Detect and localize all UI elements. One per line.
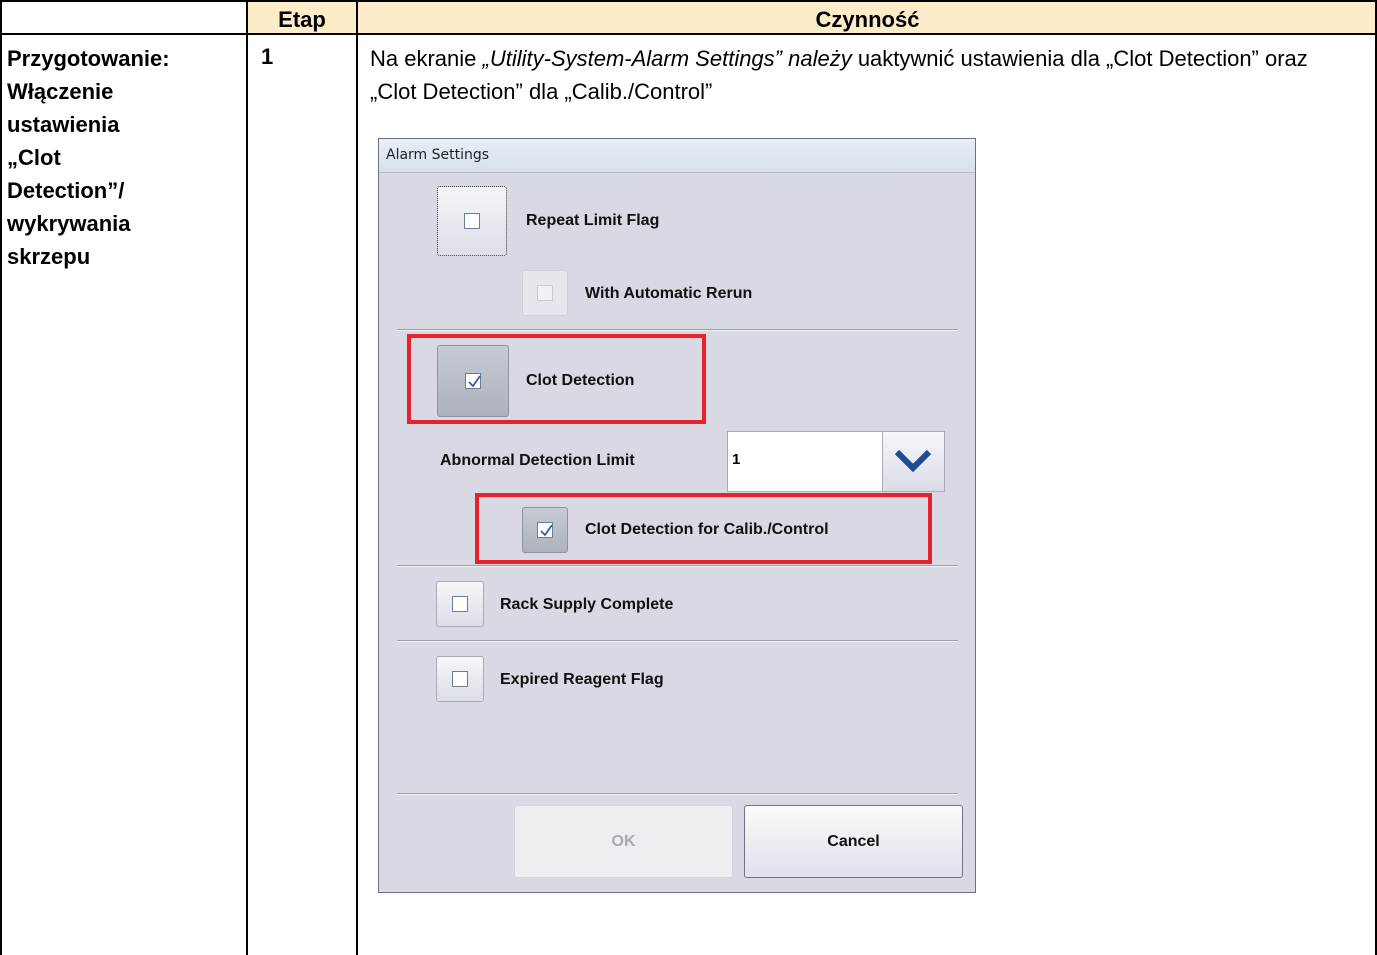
table-border-left [0, 0, 2, 955]
separator [397, 329, 958, 331]
with-automatic-rerun-checkbox[interactable] [522, 270, 568, 316]
dialog-title-bar: Alarm Settings [379, 139, 975, 173]
repeat-limit-flag-checkbox[interactable] [437, 186, 507, 256]
dialog-title: Alarm Settings [386, 147, 490, 163]
highlight-clot-detection-calib [475, 493, 932, 564]
checkbox-unchecked-icon [464, 213, 480, 229]
highlight-clot-detection [407, 334, 706, 424]
checkbox-disabled-icon [537, 285, 553, 301]
stage-title-line: Przygotowanie: [7, 46, 170, 71]
repeat-limit-flag-label: Repeat Limit Flag [526, 212, 660, 229]
cancel-button[interactable]: Cancel [744, 805, 963, 878]
instruction-part1: Na ekranie [370, 46, 483, 71]
stage-title: Przygotowanie: Włączenie ustawienia „Clo… [7, 42, 237, 273]
table-header-divider [0, 33, 1377, 35]
chevron-down-icon [894, 449, 932, 473]
ok-button[interactable]: OK [514, 805, 733, 878]
table-col-divider-1 [246, 0, 248, 955]
checkbox-unchecked-icon [452, 671, 468, 687]
expired-reagent-flag-label: Expired Reagent Flag [500, 671, 664, 688]
header-czynnosc: Czynność [815, 7, 920, 32]
stage-title-line: ustawienia [7, 112, 120, 137]
rack-supply-complete-label: Rack Supply Complete [500, 596, 674, 613]
with-automatic-rerun-label: With Automatic Rerun [585, 285, 753, 302]
table-border-top [0, 0, 1377, 2]
expired-reagent-flag-checkbox[interactable] [436, 656, 484, 702]
stage-title-line: Detection”/ [7, 178, 125, 203]
abnormal-detection-limit-dropdown[interactable] [882, 431, 945, 492]
abnormal-detection-limit-label: Abnormal Detection Limit [440, 452, 635, 469]
stage-title-line: „Clot [7, 145, 61, 170]
abnormal-detection-limit-field[interactable]: 1 [727, 431, 883, 492]
instruction-text: Na ekranie „Utility-System-Alarm Setting… [370, 42, 1360, 108]
stage-title-line: Włączenie [7, 79, 114, 104]
rack-supply-complete-checkbox[interactable] [436, 581, 484, 627]
stage-title-line: wykrywania [7, 211, 131, 236]
separator [397, 793, 958, 795]
header-etap: Etap [278, 7, 326, 32]
instruction-italic: „Utility-System-Alarm Settings” należy [482, 46, 852, 71]
separator [397, 640, 958, 642]
step-number: 1 [261, 44, 274, 69]
stage-title-line: skrzepu [7, 244, 91, 269]
abnormal-detection-limit-value: 1 [732, 451, 741, 468]
separator [397, 565, 958, 567]
table-col-divider-2 [356, 0, 358, 955]
checkbox-unchecked-icon [452, 596, 468, 612]
